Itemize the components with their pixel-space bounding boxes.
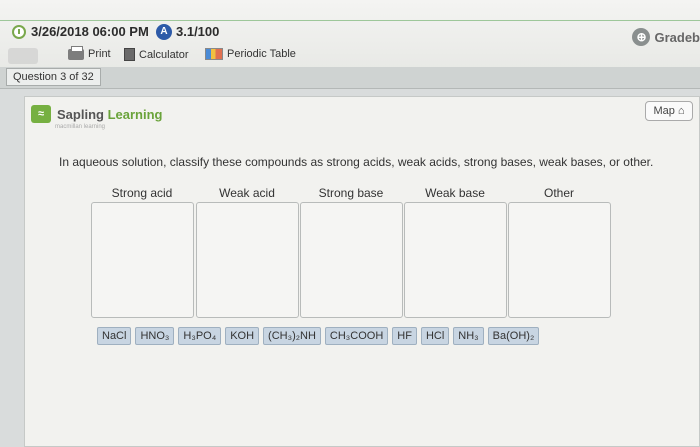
question-prompt: In aqueous solution, classify these comp… (59, 155, 654, 169)
column-header-strong-acid: Strong acid (111, 186, 173, 200)
compound-chip[interactable]: NaCl (97, 327, 132, 345)
print-label: Print (88, 48, 111, 60)
score-value: 3.1/100 (176, 24, 220, 39)
column-header-strong-base: Strong base (318, 186, 384, 200)
compound-chip[interactable]: KOH (225, 327, 260, 345)
periodic-table-button[interactable]: Periodic Table (205, 48, 296, 60)
column-header-weak-base: Weak base (425, 186, 485, 200)
compound-bank: NaCl HNO₃ H₃PO₄ KOH (CH₃)₂NH CH₃COOH HF … (97, 327, 540, 345)
logo-brand: Sapling (57, 106, 104, 122)
drop-zone-strong-acid[interactable] (91, 202, 194, 318)
compound-chip[interactable]: HCl (420, 327, 450, 345)
map-icon: ⌂ (677, 105, 685, 117)
map-label: Map (653, 105, 675, 117)
compound-chip[interactable]: (CH₃)₂NH (263, 327, 321, 345)
top-toolbar: 3/26/2018 06:00 PM A 3.1/100 Print Calcu… (0, 0, 700, 70)
compound-chip[interactable]: Ba(OH)₂ (487, 327, 540, 345)
gradebook-icon: ⊕ (632, 28, 651, 46)
score-badge-icon: A (156, 24, 172, 40)
drop-zone-strong-base[interactable] (300, 202, 403, 318)
compound-chip[interactable]: H₃PO₄ (178, 327, 222, 345)
periodic-table-icon (205, 48, 223, 60)
compound-chip[interactable]: NH₃ (453, 327, 484, 345)
logo-accent: Learning (107, 106, 163, 122)
calculator-icon (124, 48, 135, 61)
divider (0, 20, 700, 21)
question-counter[interactable]: Question 3 of 32 (6, 68, 101, 86)
periodic-table-label: Periodic Table (227, 48, 296, 60)
column-header-other: Other (543, 186, 574, 200)
gradebook-button[interactable]: ⊕ Gradeb (632, 28, 700, 46)
map-button[interactable]: Map ⌂ (645, 101, 693, 121)
drop-zone-weak-acid[interactable] (196, 202, 299, 318)
due-datetime: 3/26/2018 06:00 PM (31, 24, 149, 39)
print-button[interactable]: Print (68, 45, 111, 60)
calculator-label: Calculator (139, 48, 189, 61)
gradebook-label: Gradeb (654, 29, 700, 45)
drop-zone-other[interactable] (508, 202, 611, 318)
sapling-logo: ≈ Sapling Learning (31, 105, 162, 123)
calculator-button[interactable]: Calculator (124, 48, 189, 61)
logo-text: Sapling Learning (57, 107, 162, 122)
question-bar: Question 3 of 32 (0, 67, 700, 89)
column-header-weak-acid: Weak acid (219, 186, 275, 200)
logo-subtitle: macmillan learning (55, 124, 106, 130)
compound-chip[interactable]: HNO₃ (135, 327, 175, 345)
back-arrow-icon[interactable] (8, 48, 38, 64)
printer-icon (68, 45, 84, 60)
compound-chip[interactable]: CH₃COOH (324, 327, 389, 345)
compound-chip[interactable]: HF (392, 327, 417, 345)
clock-icon (12, 25, 26, 39)
question-panel: ≈ Sapling Learning macmillan learning Ma… (24, 96, 700, 447)
drop-zone-weak-base[interactable] (404, 202, 507, 318)
sapling-logo-icon: ≈ (31, 105, 51, 123)
